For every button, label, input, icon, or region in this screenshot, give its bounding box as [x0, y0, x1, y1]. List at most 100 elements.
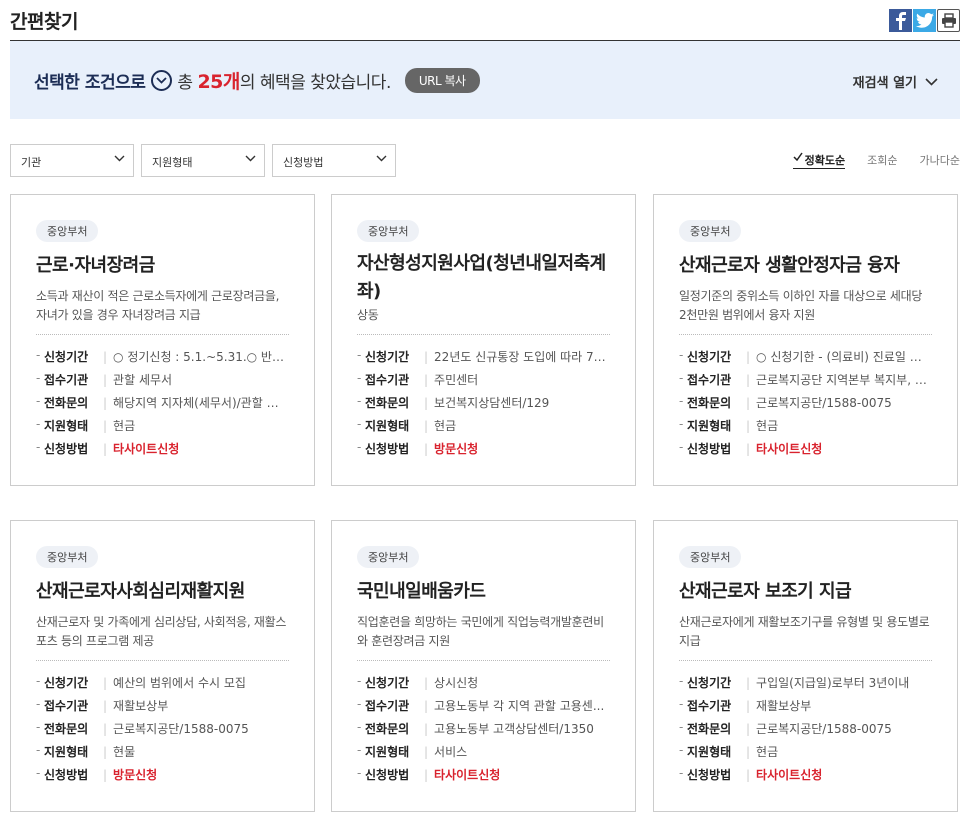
info-label: 접수기관 [36, 371, 103, 388]
divider [679, 334, 932, 335]
card-description: 직업훈련을 희망하는 국민에게 직업능력개발훈련비와 훈련장려금 지원 [357, 615, 604, 648]
card-title[interactable]: 산재근로자사회심리재활지원 [36, 578, 289, 606]
sort-views[interactable]: 조회순 [867, 152, 897, 169]
info-value: ○ 신청기한 - (의료비) 진료일 또... [756, 350, 932, 364]
agency-select-label: 기관 [21, 156, 42, 169]
separator: | [424, 395, 429, 410]
separator: | [424, 744, 429, 759]
card-title[interactable]: 근로·자녀장려금 [36, 252, 289, 280]
info-row: 신청방법| 타사이트신청 [679, 437, 932, 460]
result-suffix: 의 혜택을 찾았습니다. [239, 73, 391, 93]
condition-prefix: 선택한 조건으로 [34, 73, 146, 93]
card-title[interactable]: 산재근로자 보조기 지급 [679, 578, 932, 606]
benefit-card[interactable]: 중앙부처 국민내일배움카드 직업훈련을 희망하는 국민에게 직업능력개발훈련비와… [331, 520, 636, 812]
benefit-card[interactable]: 중앙부처 산재근로자사회심리재활지원 산재근로자 및 가족에게 심리상담, 사회… [10, 520, 315, 812]
info-row: 지원형태| 현금 [36, 414, 289, 437]
url-copy-button[interactable]: URL 복사 [404, 68, 480, 93]
apply-method-value[interactable]: 방문신청 [113, 766, 289, 783]
separator: | [424, 721, 429, 736]
separator: | [746, 441, 751, 456]
info-value: 현금 [756, 745, 779, 759]
card-title[interactable]: 산재근로자 생활안정자금 융자 [679, 252, 932, 280]
info-value: 관할 세무서 [113, 373, 173, 387]
separator: | [746, 767, 751, 782]
filter-bar: 기관 지원형태 신청방법 [10, 144, 396, 177]
apply-method-value[interactable]: 타사이트신청 [434, 766, 610, 783]
card-info: 신청기간|예산의 범위에서 수시 모집 접수기관|재활보상부 전화문의|근로복지… [36, 660, 289, 786]
apply-method-select[interactable]: 신청방법 [272, 144, 396, 177]
info-label: 전화문의 [357, 720, 424, 737]
info-row: 신청방법| 방문신청 [36, 763, 289, 786]
info-row: 전화문의| 근로복지공단/1588-0075 [679, 391, 932, 414]
sort-accuracy[interactable]: 정확도순 [792, 152, 846, 169]
info-row: 접수기관| 근로복지공단 지역본부 복지부, 지... [679, 368, 932, 391]
info-row: 신청방법| 타사이트신청 [679, 763, 932, 786]
info-row: 전화문의| 고용노동부 고객상담센터/1350 [357, 717, 610, 740]
agency-badge: 중앙부처 [36, 546, 99, 568]
info-row: 신청기간| 상시신청 [357, 671, 610, 694]
separator: | [103, 698, 108, 713]
separator: | [424, 675, 429, 690]
card-description: 산재근로자 및 가족에게 심리상담, 사회적응, 재활스포츠 등의 프로그램 제… [36, 615, 287, 648]
agency-select[interactable]: 기관 [10, 144, 134, 177]
info-row: 접수기관| 재활보상부 [36, 694, 289, 717]
agency-badge: 중앙부처 [36, 220, 99, 242]
info-value: 근로복지공단 지역본부 복지부, 지... [756, 373, 932, 387]
separator: | [103, 441, 108, 456]
card-info: 신청기간|상시신청 접수기관|고용노동부 각 지역 관할 고용센... 전화문의… [357, 660, 610, 786]
result-count: 25개 [197, 71, 240, 93]
info-row: 신청기간| 구입일(지급일)로부터 3년이내 [679, 671, 932, 694]
benefit-card[interactable]: 중앙부처 산재근로자 생활안정자금 융자 일정기준의 중위소득 이하인 자를 대… [653, 194, 958, 486]
print-icon[interactable] [937, 9, 960, 32]
apply-method-value[interactable]: 타사이트신청 [756, 766, 932, 783]
info-label: 접수기관 [357, 697, 424, 714]
info-label: 신청기간 [36, 348, 103, 365]
info-value: 근로복지공단/1588-0075 [756, 396, 892, 410]
divider [357, 334, 610, 335]
benefit-card[interactable]: 중앙부처 산재근로자 보조기 지급 산재근로자에게 재활보조기구를 유형별 및 … [653, 520, 958, 812]
info-value: 해당지역 지자체(세무서)/관할 세... [113, 396, 289, 410]
research-toggle[interactable]: 재검색 열기 [853, 72, 938, 91]
benefit-card[interactable]: 중앙부처 자산형성지원사업(청년내일저축계좌) 상동 신청기간|22년도 신규통… [331, 194, 636, 486]
sort-alphabetical[interactable]: 가나다순 [920, 152, 960, 169]
support-type-select[interactable]: 지원형태 [141, 144, 265, 177]
apply-method-value[interactable]: 타사이트신청 [756, 440, 932, 457]
twitter-icon[interactable] [913, 9, 936, 32]
info-row: 접수기관| 관할 세무서 [36, 368, 289, 391]
apply-method-value[interactable]: 타사이트신청 [113, 440, 289, 457]
info-value: 예산의 범위에서 수시 모집 [113, 676, 246, 690]
separator: | [746, 744, 751, 759]
sort-accuracy-label: 정확도순 [804, 154, 846, 167]
info-row: 신청기간| ○ 정기신청 : 5.1.~5.31.○ 반기신... [36, 345, 289, 368]
apply-method-value[interactable]: 방문신청 [434, 440, 610, 457]
separator: | [424, 418, 429, 433]
info-value: 현물 [113, 745, 136, 759]
separator: | [103, 418, 108, 433]
divider [36, 660, 289, 661]
page-header: 간편찾기 [10, 0, 960, 41]
info-value: 서비스 [434, 745, 468, 759]
separator: | [746, 372, 751, 387]
apply-method-select-label: 신청방법 [283, 156, 324, 169]
benefit-card[interactable]: 중앙부처 근로·자녀장려금 소득과 재산이 적은 근로소득자에게 근로장려금을,… [10, 194, 315, 486]
facebook-icon[interactable] [889, 9, 912, 32]
card-title[interactable]: 국민내일배움카드 [357, 578, 610, 606]
card-description: 일정기준의 중위소득 이하인 자를 대상으로 세대당 2천만원 범위에서 융자 … [679, 289, 923, 322]
result-banner: 선택한 조건으로 총 25개 의 혜택을 찾았습니다. URL 복사 재검색 열… [10, 41, 960, 119]
divider [679, 660, 932, 661]
info-row: 신청방법| 방문신청 [357, 437, 610, 460]
info-label: 신청방법 [679, 766, 746, 783]
agency-badge: 중앙부처 [357, 220, 420, 242]
chevron-down-circle-icon[interactable] [151, 70, 173, 91]
info-label: 신청기간 [357, 674, 424, 691]
info-value: 근로복지공단/1588-0075 [756, 722, 892, 736]
info-row: 신청기간| ○ 신청기한 - (의료비) 진료일 또... [679, 345, 932, 368]
chevron-down-icon [245, 155, 256, 162]
separator: | [424, 441, 429, 456]
card-title[interactable]: 자산형성지원사업(청년내일저축계좌) [357, 250, 610, 306]
info-value: 고용노동부 고객상담센터/1350 [434, 722, 594, 736]
info-value: 22년도 신규통장 도입에 따라 7월... [434, 350, 610, 364]
separator: | [103, 721, 108, 736]
info-value: 현금 [113, 419, 136, 433]
chevron-down-icon [114, 155, 125, 162]
